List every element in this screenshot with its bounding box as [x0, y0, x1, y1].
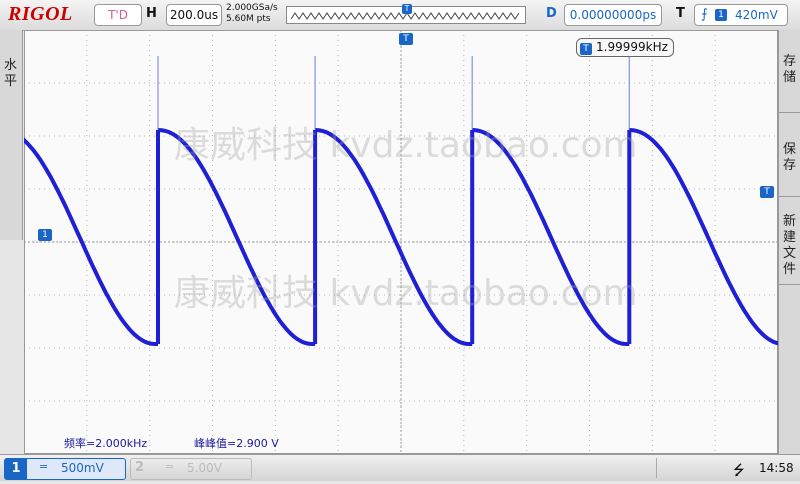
trigger-source-badge: 1	[715, 9, 727, 21]
menu-divider	[779, 284, 800, 285]
channel-1-scale: 500mV	[61, 461, 104, 475]
delay-label: D	[546, 6, 557, 21]
channel-2-scale: 5.00V	[187, 461, 222, 475]
dc-coupling-icon: =	[39, 460, 49, 473]
trigger-settings[interactable]: ⨍ 1 420mV	[694, 4, 788, 26]
sample-info: 2.000GSa/s 5.60M pts	[226, 3, 278, 25]
channel-1-number: 1	[5, 459, 27, 479]
trigger-time-marker-icon[interactable]: T	[399, 33, 413, 45]
trigger-level-marker-icon[interactable]: T	[760, 186, 774, 198]
side-menu: 存储 保存 新建文件	[778, 30, 800, 454]
channel-1-tab[interactable]: 1 = 500mV	[4, 458, 126, 480]
measurement-frequency: 频率=2.000kHz	[64, 437, 148, 450]
horizontal-menu-label: 水平	[4, 58, 18, 89]
counter-icon: T	[580, 43, 592, 55]
sample-rate: 2.000GSa/s	[226, 3, 278, 13]
system-status: ⭍ 14:58	[656, 458, 794, 479]
watermark-text: 康威科技 kvdz.taobao.com	[174, 125, 638, 166]
trigger-label: T	[676, 6, 685, 21]
ch1-offset-marker-icon[interactable]: 1	[38, 229, 52, 241]
menu-divider	[779, 112, 800, 113]
graticule	[24, 30, 778, 454]
channel-2-number: 2	[135, 460, 145, 475]
menu-new-file[interactable]: 新建文件	[783, 214, 797, 278]
menu-save[interactable]: 保存	[783, 142, 797, 174]
measurement-vpp: 峰峰值=2.900 V	[194, 437, 279, 450]
run-status-badge[interactable]: T'D	[94, 4, 142, 26]
top-status-bar: RIGOL T'D H 200.0us 2.000GSa/s 5.60M pts…	[0, 0, 800, 31]
clock-time: 14:58	[759, 461, 794, 475]
rising-edge-icon: ⨍	[701, 7, 708, 22]
horizontal-label: H	[146, 6, 157, 21]
frequency-counter-badge: T 1.99999kHz	[576, 38, 674, 57]
memory-depth: 5.60M pts	[226, 14, 271, 24]
channel-2-tab[interactable]: 2 = 5.00V	[130, 458, 252, 480]
trigger-position-marker-icon: T	[402, 4, 412, 14]
menu-divider	[779, 196, 800, 197]
timebase-value[interactable]: 200.0us	[166, 4, 222, 26]
menu-storage[interactable]: 存储	[783, 54, 797, 86]
rigol-logo: RIGOL	[8, 3, 73, 25]
channel-status-bar: 1 = 500mV 2 = 5.00V ⭍ 14:58	[0, 454, 800, 481]
waveform-display[interactable]: 康威科技 kvdz.taobao.com 康威科技 kvdz.taobao.co…	[24, 30, 778, 454]
delay-value[interactable]: 0.00000000ps	[564, 4, 662, 26]
dc-coupling-icon: =	[165, 460, 175, 473]
counter-value: 1.99999kHz	[596, 40, 668, 54]
memory-position-bar[interactable]: T	[286, 4, 526, 24]
horizontal-menu-tab[interactable]: 水平	[0, 30, 23, 240]
watermark-text: 康威科技 kvdz.taobao.com	[174, 273, 638, 314]
trigger-level-value: 420mV	[735, 8, 778, 22]
usb-icon: ⭍	[733, 463, 745, 479]
